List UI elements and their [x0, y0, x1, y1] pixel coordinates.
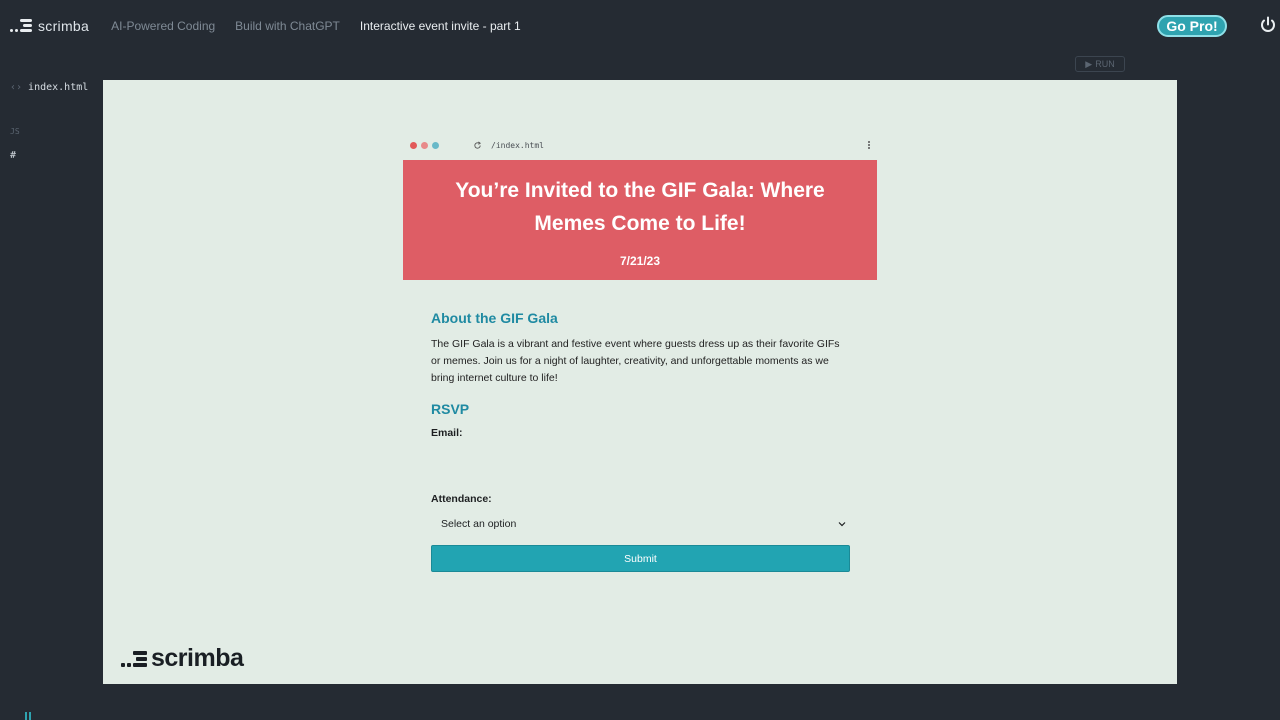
close-dot-icon [410, 142, 417, 149]
minimize-dot-icon [421, 142, 428, 149]
html-file-icon: ‹› [10, 82, 23, 93]
email-field[interactable] [431, 445, 850, 473]
file-item-css[interactable]: # [10, 150, 16, 161]
css-file-icon: # [10, 150, 17, 161]
file-name: index.html [28, 82, 89, 93]
scrimba-watermark-icon [121, 650, 147, 667]
brand-name: scrimba [38, 18, 90, 34]
breadcrumb-module[interactable]: Build with ChatGPT [235, 19, 340, 33]
submit-button[interactable]: Submit [431, 545, 850, 572]
email-label: Email: [431, 427, 463, 439]
about-text: The GIF Gala is a vibrant and festive ev… [431, 338, 840, 384]
top-bar: scrimba AI-Powered Coding Build with Cha… [0, 0, 1280, 52]
scrimba-watermark: scrimba [121, 644, 244, 673]
invite-title: You’re Invited to the GIF Gala: Where Me… [455, 179, 825, 235]
attendance-selected-value: Select an option [441, 518, 517, 530]
event-date: 7/21/23 [619, 254, 661, 268]
file-item-js[interactable]: JS [10, 127, 20, 136]
attendance-select[interactable]: Select an option [431, 511, 850, 537]
watermark-text: scrimba [151, 644, 244, 672]
about-heading: About the GIF Gala [431, 310, 558, 326]
go-pro-button[interactable]: Go Pro! [1157, 15, 1227, 37]
maximize-dot-icon [432, 142, 439, 149]
play-icon: ▶ [1085, 58, 1093, 69]
power-icon[interactable] [1258, 15, 1278, 35]
scrimba-logo[interactable]: scrimba [10, 0, 89, 52]
console-toggle-icon[interactable] [24, 712, 34, 720]
file-item-index[interactable]: ‹› index.html [10, 82, 88, 93]
more-options-icon[interactable] [867, 140, 871, 151]
reload-icon[interactable] [473, 141, 482, 150]
preview-pane: /index.html You’re Invited to the GIF Ga… [103, 80, 1177, 684]
breadcrumb-lesson: Interactive event invite - part 1 [359, 19, 521, 33]
invite-content: About the GIF Gala The GIF Gala is a vib… [431, 310, 851, 572]
rsvp-heading: RSVP [431, 401, 470, 417]
breadcrumb-course[interactable]: AI-Powered Coding [111, 19, 215, 33]
address-bar[interactable]: /index.html [491, 141, 544, 150]
attendance-label: Attendance: [431, 493, 492, 505]
run-button[interactable]: ▶ RUN [1075, 56, 1125, 72]
js-file-icon: JS [10, 127, 20, 136]
scrimba-logo-icon [10, 19, 32, 33]
window-controls [410, 142, 439, 149]
run-label: RUN [1095, 59, 1115, 69]
chevron-down-icon [838, 522, 846, 527]
invite-hero: You’re Invited to the GIF Gala: Where Me… [403, 160, 877, 280]
